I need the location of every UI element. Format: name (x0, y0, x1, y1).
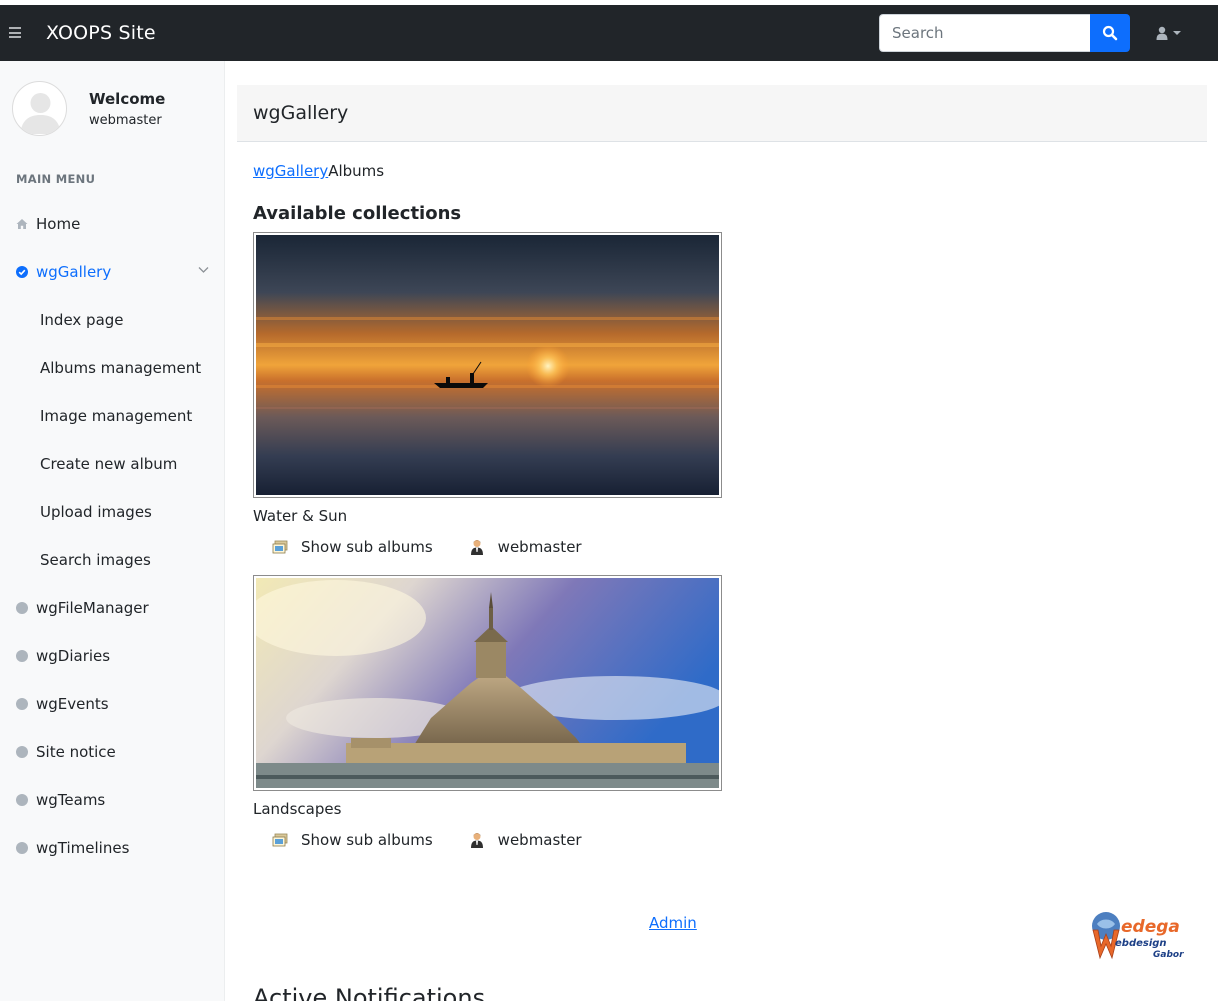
breadcrumb-link-wggallery[interactable]: wgGallery (253, 162, 328, 180)
sidebar-item-wgdiaries[interactable]: wgDiaries (0, 636, 225, 676)
sidebar-item-home[interactable]: Home (0, 204, 225, 244)
hamburger-menu-icon[interactable] (9, 27, 21, 38)
show-sub-albums-button[interactable]: Show sub albums (272, 538, 433, 556)
sidebar-item-label: wgFileManager (36, 599, 149, 617)
logo-text-1: edega (1121, 917, 1180, 937)
user-icon (1156, 26, 1168, 40)
album-owner-name: webmaster (497, 831, 582, 849)
sidebar-item-wgevents[interactable]: wgEvents (0, 684, 225, 724)
dot-icon (16, 746, 28, 758)
section-title: Available collections (253, 203, 462, 224)
default-avatar-icon (20, 93, 61, 134)
sidebar-subitem-upload-images[interactable]: Upload images (40, 492, 152, 532)
show-sub-albums-button[interactable]: Show sub albums (272, 831, 433, 849)
admin-link[interactable]: Admin (649, 914, 697, 932)
welcome-heading: Welcome (89, 90, 166, 108)
search-icon (1102, 25, 1118, 41)
sidebar-item-label: wgTimelines (36, 839, 130, 857)
check-circle-icon (16, 266, 28, 278)
album-name: Water & Sun (253, 507, 348, 525)
top-navbar: XOOPS Site (0, 5, 1218, 61)
show-sub-albums-label: Show sub albums (301, 831, 433, 849)
album-owner-name: webmaster (497, 538, 582, 556)
sidebar-item-wgteams[interactable]: wgTeams (0, 780, 225, 820)
notifications-title: Active Notifications (253, 984, 486, 1001)
album-image-water-sun[interactable] (253, 232, 722, 498)
logo-text-2: ebdesign (1115, 938, 1167, 949)
user-icon (470, 540, 483, 555)
main-content: wgGallery (237, 85, 1207, 142)
castle-image (256, 578, 719, 788)
sidebar-subitem-create-new-album[interactable]: Create new album (40, 444, 177, 484)
albums-icon (272, 833, 288, 847)
sidebar-item-wgfilemanager[interactable]: wgFileManager (0, 588, 225, 628)
album-image-landscapes[interactable] (253, 575, 722, 791)
search-input[interactable] (879, 14, 1091, 52)
albums-icon (272, 540, 288, 554)
home-icon (16, 219, 28, 229)
page-title: wgGallery (237, 85, 1207, 142)
welcome-username: webmaster (89, 113, 162, 128)
album-owner: webmaster (470, 831, 582, 849)
dot-icon (16, 650, 28, 662)
sidebar: Welcome webmaster MAIN MENU Home wgGalle… (0, 61, 225, 1001)
sidebar-item-label: wgTeams (36, 791, 106, 809)
sidebar-item-label: wgEvents (36, 695, 109, 713)
album-name: Landscapes (253, 800, 342, 818)
dot-icon (16, 602, 28, 614)
chevron-down-icon (198, 267, 209, 273)
sidebar-item-label: Site notice (36, 743, 116, 761)
user-dropdown[interactable] (1156, 23, 1192, 43)
sidebar-item-wgtimelines[interactable]: wgTimelines (0, 828, 225, 868)
user-icon (470, 833, 483, 848)
sidebar-item-label: wgGallery (36, 263, 112, 281)
wedega-logo[interactable]: edega ebdesign Gabor (1091, 908, 1193, 962)
sidebar-subitem-search-images[interactable]: Search images (40, 540, 151, 580)
dot-icon (16, 698, 28, 710)
sidebar-item-site-notice[interactable]: Site notice (0, 732, 225, 772)
sidebar-item-label: wgDiaries (36, 647, 111, 665)
main-menu-heading: MAIN MENU (16, 172, 96, 186)
breadcrumb-current: Albums (328, 162, 385, 180)
logo-text-3: Gabor (1153, 950, 1184, 960)
sidebar-subitem-albums-management[interactable]: Albums management (40, 348, 201, 388)
wedega-logo-icon: edega ebdesign Gabor (1092, 912, 1184, 960)
search-button[interactable] (1090, 14, 1130, 52)
album-meta: Show sub albums webmaster (272, 537, 582, 557)
dot-icon (16, 794, 28, 806)
dot-icon (16, 842, 28, 854)
sidebar-item-label: Home (36, 215, 81, 233)
sidebar-subitem-image-management[interactable]: Image management (40, 396, 192, 436)
show-sub-albums-label: Show sub albums (301, 538, 433, 556)
album-meta: Show sub albums webmaster (272, 830, 582, 850)
sidebar-item-wggallery[interactable]: wgGallery (0, 252, 225, 292)
breadcrumb: wgGalleryAlbums (253, 162, 384, 180)
site-brand[interactable]: XOOPS Site (46, 22, 156, 44)
avatar (12, 81, 67, 136)
chevron-down-icon (1173, 31, 1181, 35)
sidebar-subitem-index-page[interactable]: Index page (40, 300, 124, 340)
sunset-image (256, 235, 719, 495)
album-owner: webmaster (470, 538, 582, 556)
